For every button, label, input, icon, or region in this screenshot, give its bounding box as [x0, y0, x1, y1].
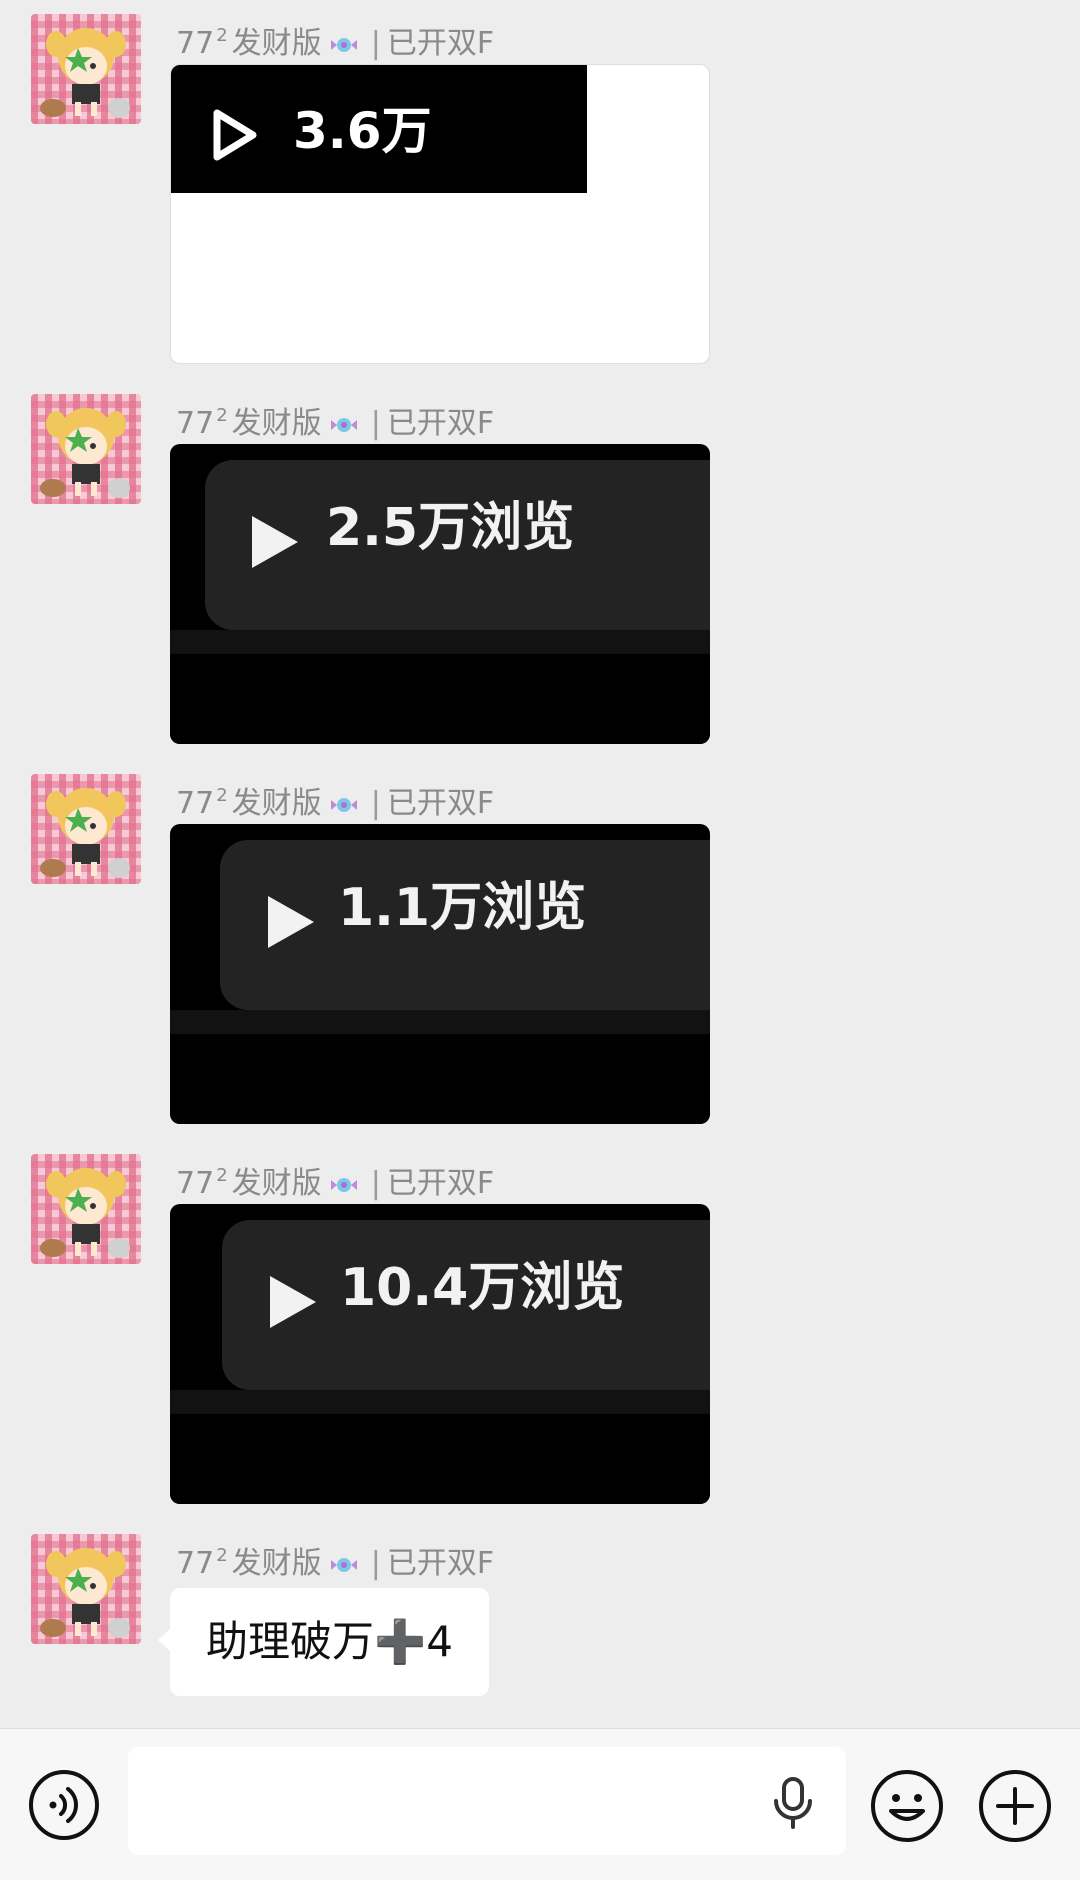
sender-name-suffix: 发财版 [231, 26, 322, 61]
sender-name-suffix: 发财版 [231, 406, 322, 441]
sender-name: 77 2 发财版 | 已开双F [176, 1158, 494, 1201]
name-separator: | [370, 1166, 381, 1201]
sender-name: 77 2 发财版 | 已开双F [176, 1538, 494, 1581]
text-message-bubble[interactable]: 助理破万➕4 [157, 1588, 490, 1696]
avatar-character-icon [40, 28, 130, 118]
sender-name: 77 2 发财版 | 已开双F [176, 398, 494, 441]
sender-name-suffix: 发财版 [231, 1546, 322, 1581]
video-card[interactable]: 2.5万浏览 [170, 444, 710, 744]
video-divider [170, 1010, 710, 1034]
play-icon [268, 896, 314, 948]
name-separator: | [370, 786, 381, 821]
candy-icon [331, 1178, 358, 1192]
video-band [170, 1034, 710, 1124]
view-count: 3.6万 [293, 102, 432, 160]
sender-name-text: 77 [176, 1546, 215, 1581]
video-divider [170, 630, 710, 654]
video-card[interactable]: 3.6万 [170, 64, 710, 364]
candy-icon [331, 38, 358, 52]
microphone-icon[interactable] [768, 1775, 818, 1831]
sender-name: 77 2 发财版 | 已开双F [176, 18, 494, 61]
sender-name-sup: 2 [216, 25, 228, 46]
avatar-character-icon [40, 788, 130, 878]
sender-status: 已开双F [386, 1166, 495, 1201]
sender-name-sup: 2 [216, 405, 228, 426]
plus-circle-icon[interactable] [978, 1769, 1052, 1843]
view-count: 10.4万浏览 [340, 1258, 625, 1318]
play-icon [270, 1276, 316, 1328]
video-card[interactable]: 10.4万浏览 [170, 1204, 710, 1504]
name-separator: | [370, 406, 381, 441]
sender-name-text: 77 [176, 786, 215, 821]
avatar-character-icon [40, 1548, 130, 1638]
sender-name-sup: 2 [216, 1165, 228, 1186]
chat-feed[interactable]: 77 2 发财版 | 已开双F 3.6万 77 2 发财版 | 已开双F 2.5… [0, 0, 1080, 1728]
sender-name-suffix: 发财版 [231, 1166, 322, 1201]
sender-status: 已开双F [386, 786, 495, 821]
avatar[interactable] [31, 14, 141, 124]
sender-name-text: 77 [176, 406, 215, 441]
sender-name-text: 77 [176, 1166, 215, 1201]
avatar[interactable] [31, 1534, 141, 1644]
play-icon [252, 516, 298, 568]
video-thumbnail: 3.6万 [171, 65, 587, 193]
sender-name-sup: 2 [216, 785, 228, 806]
sender-name: 77 2 发财版 | 已开双F [176, 778, 494, 821]
avatar-character-icon [40, 1168, 130, 1258]
avatar-character-icon [40, 408, 130, 498]
view-count: 1.1万浏览 [338, 878, 587, 938]
sender-status: 已开双F [386, 406, 495, 441]
avatar[interactable] [31, 394, 141, 504]
candy-icon [331, 798, 358, 812]
sender-name-text: 77 [176, 26, 215, 61]
voice-wave-icon[interactable] [28, 1769, 100, 1841]
sender-name-suffix: 发财版 [231, 786, 322, 821]
view-count: 2.5万浏览 [326, 498, 575, 558]
avatar[interactable] [31, 774, 141, 884]
video-band [170, 1414, 710, 1504]
candy-icon [331, 418, 358, 432]
sender-status: 已开双F [386, 1546, 495, 1581]
avatar[interactable] [31, 1154, 141, 1264]
sender-status: 已开双F [386, 26, 495, 61]
play-outline-icon [213, 109, 257, 161]
video-band [170, 654, 710, 744]
candy-icon [331, 1558, 358, 1572]
name-separator: | [370, 26, 381, 61]
sender-name-sup: 2 [216, 1545, 228, 1566]
video-card[interactable]: 1.1万浏览 [170, 824, 710, 1124]
name-separator: | [370, 1546, 381, 1581]
video-divider [170, 1390, 710, 1414]
chat-input-bar [0, 1728, 1080, 1880]
message-input[interactable] [128, 1747, 846, 1855]
smiley-icon[interactable] [870, 1769, 944, 1843]
